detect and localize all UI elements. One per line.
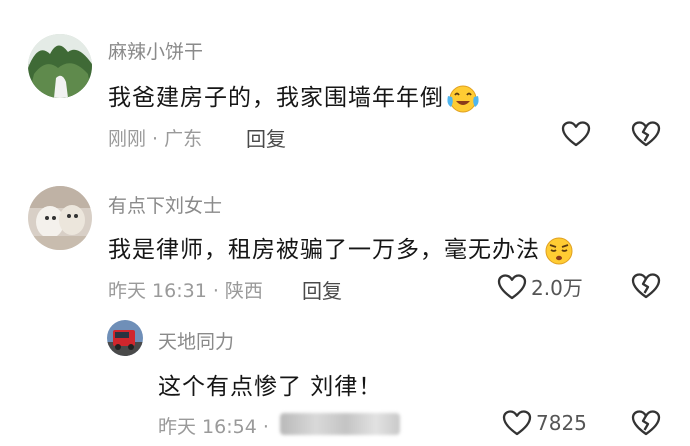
like-button[interactable]: 7825	[502, 409, 587, 437]
username[interactable]: 天地同力	[158, 327, 234, 354]
blurred-content	[280, 413, 400, 435]
avatar[interactable]	[107, 320, 143, 356]
like-count: 7825	[536, 411, 587, 435]
reply-button[interactable]: 回复	[246, 123, 286, 152]
broken-heart-icon	[631, 272, 661, 300]
comment-text: 我爸建房子的，我家围墙年年倒	[108, 78, 480, 114]
like-button[interactable]	[561, 120, 591, 148]
avatar[interactable]	[28, 186, 92, 250]
dislike-button[interactable]	[631, 409, 661, 437]
reply-button[interactable]: 回复	[302, 275, 342, 304]
broken-heart-icon	[631, 409, 661, 437]
heart-icon	[497, 273, 527, 301]
comment-meta: 昨天 16:31 · 陕西	[108, 280, 263, 302]
crying-laughing-emoji-icon	[446, 84, 480, 114]
comment-text: 我是律师，租房被骗了一万多，毫无办法	[108, 230, 576, 266]
dislike-button[interactable]	[631, 120, 661, 148]
username[interactable]: 麻辣小饼干	[108, 37, 203, 64]
like-count: 2.0万	[531, 276, 583, 300]
like-button[interactable]: 2.0万	[497, 272, 583, 301]
dislike-button[interactable]	[631, 272, 661, 300]
comment-text-body: 我爸建房子的，我家围墙年年倒	[108, 85, 444, 111]
heart-icon	[502, 409, 532, 437]
sighing-face-emoji-icon	[542, 236, 576, 266]
comment-meta: 刚刚 · 广东	[108, 128, 203, 150]
reply-meta: 昨天 16:54 ·	[158, 416, 269, 438]
avatar[interactable]	[28, 34, 92, 98]
username[interactable]: 有点下刘女士	[108, 191, 222, 218]
broken-heart-icon	[631, 120, 661, 148]
reply-text: 这个有点惨了 刘律！	[158, 374, 383, 400]
heart-icon	[561, 120, 591, 148]
comment-text-body: 我是律师，租房被骗了一万多，毫无办法	[108, 237, 540, 263]
